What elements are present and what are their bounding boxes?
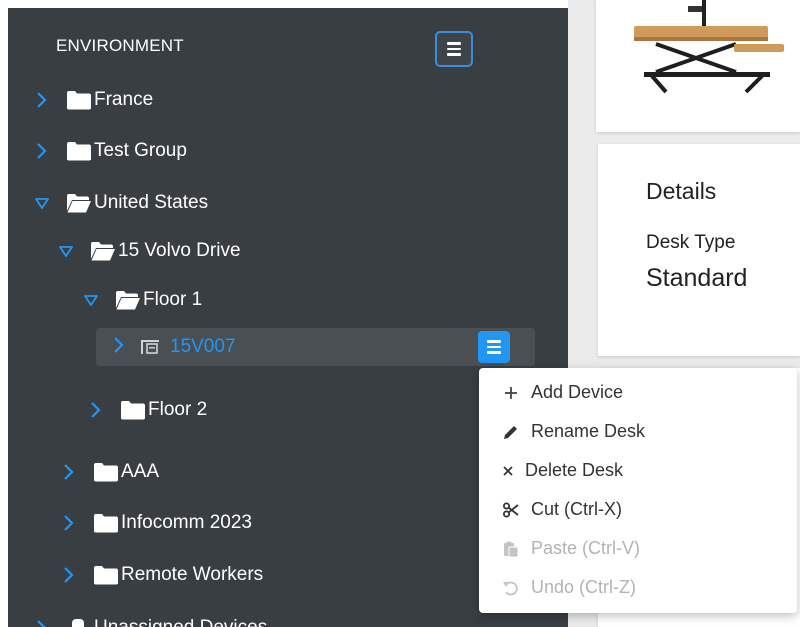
device-icon — [72, 619, 84, 627]
folder-open-icon — [67, 194, 91, 213]
desk-image-card — [596, 0, 800, 132]
desk-context-menu: Add Device Rename Desk Delete Desk Cut (… — [479, 368, 797, 613]
menu-item-label: Add Device — [531, 382, 624, 402]
folder-icon — [67, 142, 91, 161]
tree-item-label: Test Group — [94, 140, 187, 161]
menu-item-label: Cut (Ctrl-X) — [531, 499, 622, 519]
chevron-right-icon[interactable] — [32, 141, 52, 161]
standing-desk-image — [634, 0, 784, 94]
x-icon — [501, 461, 515, 481]
tree-item-label: Infocomm 2023 — [121, 512, 252, 533]
menu-item-paste[interactable]: Paste (Ctrl-V) — [479, 529, 797, 568]
menu-item-undo[interactable]: Undo (Ctrl-Z) — [479, 568, 797, 607]
folder-open-icon — [116, 291, 140, 310]
folder-icon — [67, 91, 91, 110]
desk-type-label: Desk Type — [646, 232, 736, 253]
menu-item-cut[interactable]: Cut (Ctrl-X) — [479, 490, 797, 529]
menu-item-label: Undo (Ctrl-Z) — [531, 577, 637, 597]
folder-open-icon — [91, 242, 115, 261]
tree-item-label: AAA — [121, 461, 160, 482]
desk-type-value: Standard — [646, 264, 748, 292]
pencil-icon — [501, 422, 521, 442]
sidebar-title: ENVIRONMENT — [56, 36, 184, 55]
tree-item-aaa[interactable]: AAA — [59, 452, 159, 492]
tree-item-15v007[interactable]: 15V007 — [96, 328, 535, 366]
folder-icon — [94, 463, 118, 482]
environment-menu-button[interactable] — [435, 31, 473, 67]
tree-item-label: Unassigned Devices — [94, 617, 267, 627]
menu-item-label: Rename Desk — [531, 421, 646, 441]
undo-icon — [501, 578, 521, 598]
tree-item-label: 15V007 — [170, 336, 236, 357]
tree-item-remote-workers[interactable]: Remote Workers — [59, 555, 263, 595]
chevron-right-icon[interactable] — [110, 335, 128, 360]
hamburger-icon — [447, 42, 461, 56]
hamburger-icon — [487, 340, 501, 354]
details-card: Details Desk Type Standard — [598, 144, 800, 356]
triangle-down-icon[interactable] — [32, 196, 52, 210]
details-title: Details — [646, 178, 717, 204]
menu-item-add-device[interactable]: Add Device — [479, 373, 797, 412]
tree-item-united-states[interactable]: United States — [32, 183, 208, 223]
triangle-down-icon[interactable] — [56, 244, 76, 258]
chevron-right-icon[interactable] — [32, 90, 52, 110]
folder-icon — [121, 401, 145, 420]
menu-item-label: Paste (Ctrl-V) — [531, 538, 641, 558]
chevron-right-icon[interactable] — [59, 565, 79, 585]
chevron-right-icon[interactable] — [86, 400, 106, 420]
desk-menu-button[interactable] — [478, 331, 510, 363]
chevron-right-icon[interactable] — [32, 618, 52, 627]
tree-item-label: Floor 2 — [148, 399, 208, 420]
scissors-icon — [501, 500, 521, 520]
tree-item-label: United States — [94, 192, 209, 213]
triangle-down-icon[interactable] — [81, 293, 101, 307]
tree-item-label: France — [94, 89, 154, 110]
tree-item-floor-1[interactable]: Floor 1 — [81, 280, 202, 320]
menu-item-delete-desk[interactable]: Delete Desk — [479, 451, 797, 490]
tree-item-label: Floor 1 — [143, 289, 203, 310]
menu-item-rename-desk[interactable]: Rename Desk — [479, 412, 797, 451]
tree-item-infocomm-2023[interactable]: Infocomm 2023 — [59, 503, 252, 543]
tree-item-floor-2[interactable]: Floor 2 — [86, 390, 207, 430]
chevron-right-icon[interactable] — [59, 462, 79, 482]
paste-icon — [501, 539, 521, 559]
folder-icon — [94, 566, 118, 585]
folder-icon — [94, 514, 118, 533]
desk-icon — [141, 340, 159, 354]
tree-item-france[interactable]: France — [32, 80, 153, 120]
tree-item-15-volvo-drive[interactable]: 15 Volvo Drive — [56, 231, 241, 271]
tree-item-unassigned-devices[interactable]: Unassigned Devices — [32, 608, 267, 627]
menu-item-label: Delete Desk — [525, 460, 624, 480]
chevron-right-icon[interactable] — [59, 513, 79, 533]
tree-item-label: Remote Workers — [121, 564, 264, 585]
tree-item-test-group[interactable]: Test Group — [32, 131, 187, 171]
tree-item-label: 15 Volvo Drive — [118, 240, 241, 261]
plus-icon — [501, 383, 521, 403]
